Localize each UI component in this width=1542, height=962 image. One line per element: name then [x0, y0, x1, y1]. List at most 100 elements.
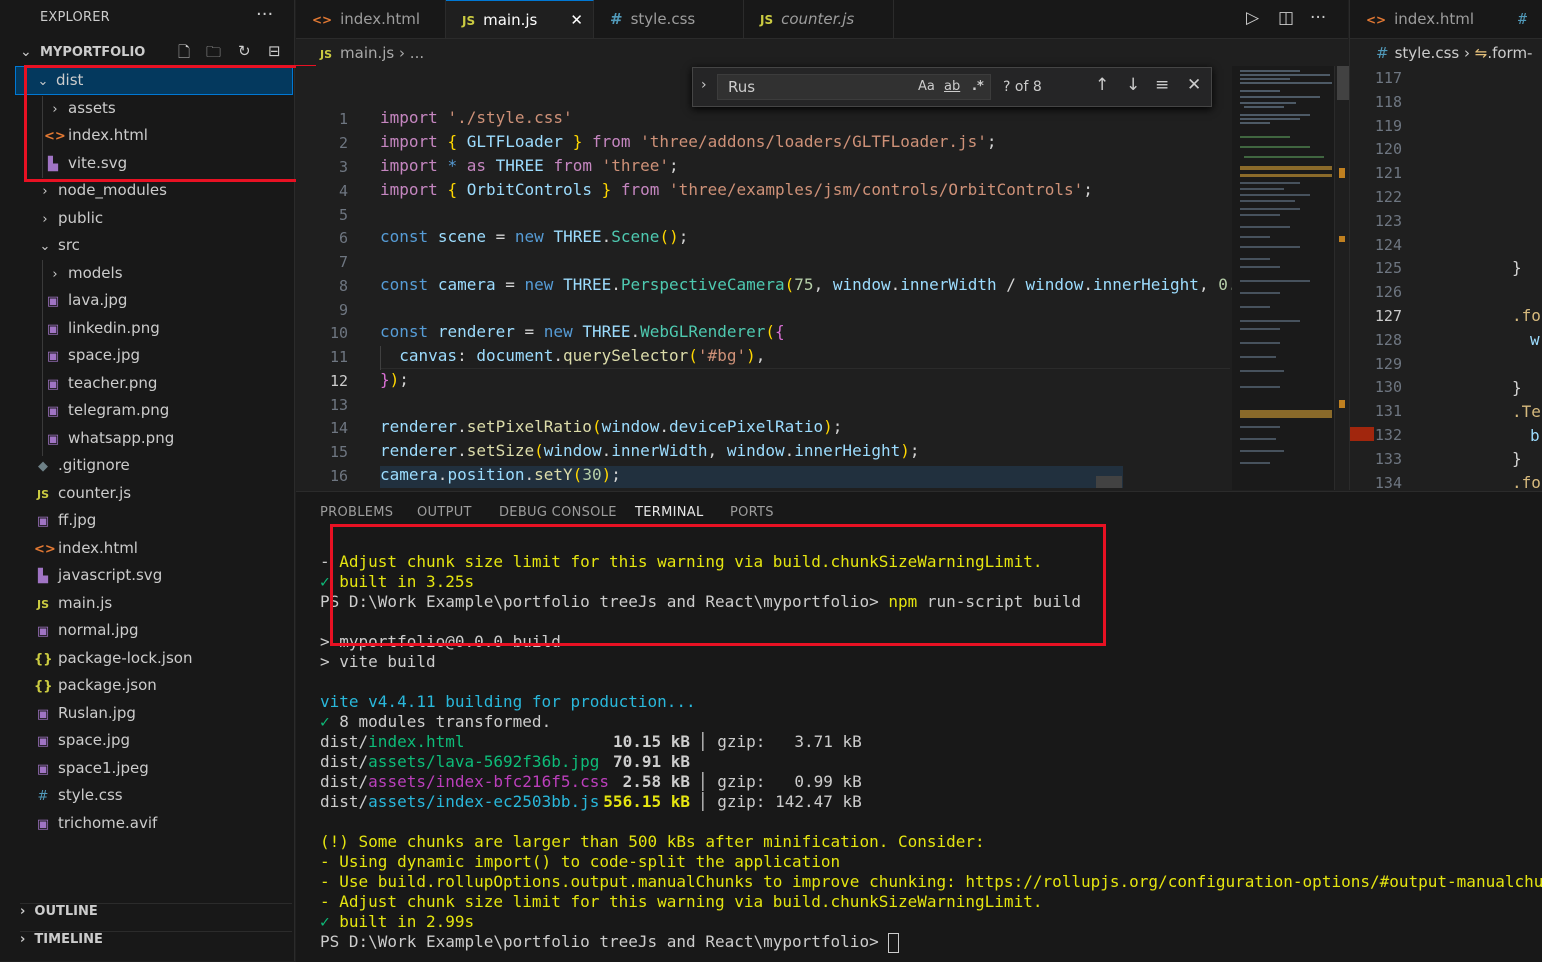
file-tree-item[interactable]: ▣ trichome.avif — [34, 810, 157, 837]
tab-terminal[interactable]: TERMINAL — [635, 505, 704, 526]
file-tree-item[interactable]: › public — [38, 205, 103, 232]
file-tree-item[interactable]: JS main.js — [34, 590, 112, 617]
vertical-scrollbar[interactable] — [1334, 66, 1349, 490]
code-line: renderer.setSize(window.innerWidth, wind… — [380, 441, 920, 460]
file-tree-item[interactable]: ▣ teacher.png — [44, 370, 158, 397]
match-case-icon[interactable]: Aa — [918, 79, 935, 94]
new-folder-icon[interactable]: 🗀 — [206, 42, 221, 67]
line-number: 134 — [1374, 473, 1402, 490]
tab-style-css[interactable]: # style.css — [594, 0, 744, 38]
image-file-icon: ▣ — [46, 404, 60, 419]
more-actions-icon[interactable]: ··· — [1310, 8, 1326, 28]
new-file-icon[interactable]: 🗋 — [178, 42, 190, 67]
file-tree-item[interactable]: # style.css — [34, 782, 123, 809]
code-editor[interactable]: 1 2 3 4 5 6 7 8 9 10 11 12 13 14 15 16 import './style.… — [296, 66, 1232, 490]
secondary-breadcrumb[interactable]: # style.css › ⇋.form- — [1376, 44, 1532, 62]
line-number: 125 — [1374, 259, 1402, 278]
file-tree-item[interactable]: ▣ space.jpg — [34, 727, 130, 754]
secondary-editor[interactable]: <> index.html # # style.css › ⇋.form- 117 1… — [1349, 0, 1542, 490]
file-tree-item[interactable]: ▣ lava.jpg — [44, 287, 128, 314]
file-tree-item[interactable]: ▣ normal.jpg — [34, 617, 139, 644]
find-input[interactable]: Rus Aa ab .* — [717, 74, 991, 100]
breadcrumb-selector: .form- — [1487, 44, 1533, 62]
file-tree-label: whatsapp.png — [68, 428, 175, 447]
file-tree-item[interactable]: <> index.html — [34, 535, 138, 562]
line-number: 118 — [1374, 92, 1402, 111]
file-tree-item[interactable]: ▣ telegram.png — [44, 397, 169, 424]
file-tree-item[interactable]: ▙ javascript.svg — [34, 562, 162, 589]
chevron-right-icon[interactable]: › — [701, 77, 707, 93]
tab-index-html[interactable]: <> index.html — [1366, 0, 1474, 38]
css-file-icon: # — [1376, 44, 1389, 62]
tab-main-js[interactable]: JS main.js ✕ — [446, 0, 594, 38]
file-size: 556.15 kB — [603, 792, 690, 811]
outline-section[interactable]: › OUTLINE — [20, 903, 292, 926]
file-tree-item[interactable]: ▣ whatsapp.png — [44, 425, 174, 452]
tab-debug-console[interactable]: DEBUG CONSOLE — [499, 505, 617, 520]
more-actions-icon[interactable]: ··· — [256, 4, 273, 25]
line-number: 2 — [338, 134, 348, 152]
file-tree-item[interactable]: ▣ ff.jpg — [34, 507, 96, 534]
file-tree-item[interactable]: › models — [48, 260, 122, 287]
find-in-selection-icon[interactable]: ≡ — [1155, 75, 1169, 95]
file-tree-item[interactable]: JS counter.js — [34, 480, 131, 507]
next-match-icon[interactable]: ↓ — [1126, 75, 1140, 95]
file-tree-item[interactable]: ▣ space.jpg — [44, 342, 140, 369]
file-tree-item[interactable]: ◆ .gitignore — [34, 452, 130, 479]
run-icon[interactable]: ▷ — [1246, 8, 1259, 28]
split-editor-icon[interactable]: ◫ — [1278, 8, 1294, 28]
previous-match-icon[interactable]: ↑ — [1095, 75, 1109, 95]
tab-problems[interactable]: PROBLEMS — [320, 505, 393, 520]
project-header[interactable]: ⌄ MYPORTFOLIO — [20, 44, 292, 64]
tab-style-css[interactable]: # — [1518, 0, 1527, 38]
breadcrumb[interactable]: JS main.js › ... — [320, 44, 424, 62]
tab-ports[interactable]: PORTS — [730, 505, 774, 520]
file-tree-label: ff.jpg — [58, 511, 97, 529]
refresh-icon[interactable]: ↻ — [238, 42, 251, 60]
code-line: camera.position.setY(30); — [380, 465, 621, 484]
svg-file-icon: ▙ — [38, 569, 48, 584]
tab-output[interactable]: OUTPUT — [417, 505, 472, 520]
scrollbar-thumb[interactable] — [1337, 66, 1349, 100]
close-icon[interactable]: ✕ — [570, 1, 583, 39]
file-tree-item[interactable]: ▣ linkedin.png — [44, 315, 160, 342]
file-tree-item[interactable]: ▣ Ruslan.jpg — [34, 700, 136, 727]
match-word-icon[interactable]: ab — [944, 79, 960, 94]
file-tree-item[interactable]: {} package.json — [34, 672, 157, 699]
line-number: 1 — [338, 110, 348, 128]
line-number: 123 — [1374, 211, 1402, 230]
highlight-box — [24, 65, 316, 182]
find-widget: › Rus Aa ab .* ? of 8 ↑ ↓ ≡ ✕ — [692, 67, 1212, 107]
tab-label: style.css — [630, 10, 696, 28]
tab-counter-js[interactable]: JS counter.js — [744, 0, 894, 38]
file-tree-item[interactable]: ⌄ src — [38, 232, 80, 259]
code-line: }); — [380, 370, 409, 389]
close-icon[interactable]: ✕ — [1187, 75, 1201, 95]
code-line: import { GLTFLoader } from 'three/addons… — [380, 132, 997, 151]
terminal-prompt[interactable]: PS D:\Work Example\portfolio treeJs and … — [320, 932, 900, 953]
tab-index-html[interactable]: <> index.html — [296, 0, 446, 38]
terminal-warning: - Using dynamic import() to code-split t… — [320, 852, 841, 871]
tab-label: main.js — [483, 11, 538, 29]
line-number: 129 — [1374, 354, 1402, 373]
file-tree-item[interactable]: ▣ space1.jpeg — [34, 755, 149, 782]
css-file-icon: # — [37, 789, 49, 804]
file-tree-item[interactable]: {} package-lock.json — [34, 645, 192, 672]
code-line: const camera = new THREE.PerspectiveCame… — [380, 275, 1232, 294]
line-number: 126 — [1374, 283, 1402, 302]
breadcrumb-rest: › ... — [399, 44, 425, 62]
code-fragment: } — [1512, 378, 1522, 397]
js-file-icon: JS — [320, 48, 333, 61]
file-tree-label: lava.jpg — [68, 291, 128, 309]
regex-icon[interactable]: .* — [972, 79, 984, 94]
minimap[interactable] — [1232, 66, 1334, 490]
horizontal-scrollbar[interactable] — [1096, 476, 1122, 488]
line-number: 117 — [1374, 69, 1402, 87]
search-match-marker — [1350, 427, 1374, 441]
collapse-all-icon[interactable]: ⊟ — [268, 42, 281, 60]
timeline-section[interactable]: › TIMELINE — [20, 931, 292, 954]
image-file-icon: ▣ — [46, 294, 60, 309]
image-file-icon: ▣ — [36, 734, 50, 749]
line-number: 3 — [338, 158, 348, 176]
tab-label: index.html — [340, 10, 421, 28]
